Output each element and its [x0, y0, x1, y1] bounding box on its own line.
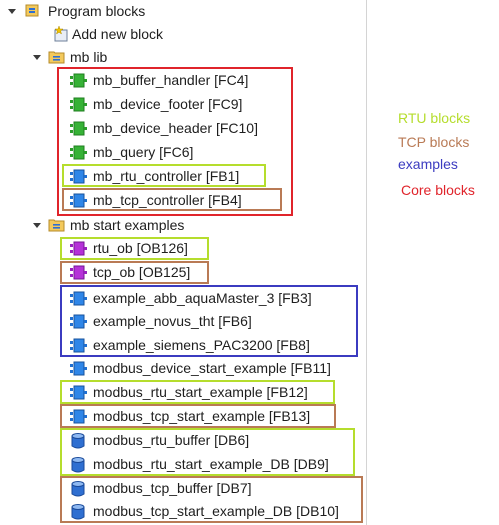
- tree-node-modbus-device-start-example[interactable]: modbus_device_start_example [FB11]: [0, 357, 366, 380]
- program-blocks-folder-icon: [25, 2, 43, 20]
- tree-node-label: Program blocks: [48, 3, 146, 19]
- tcp-highlight-box: [60, 476, 363, 523]
- examples-highlight-box: [60, 285, 358, 357]
- tree-node-label: mb lib: [70, 49, 108, 65]
- pane-divider: [366, 0, 367, 525]
- tree-node-label: modbus_device_start_example [FB11]: [93, 360, 331, 376]
- group-folder-icon: [48, 216, 66, 234]
- tcp-highlight-box: [60, 261, 209, 284]
- legend-tcp-blocks: TCP blocks: [398, 134, 470, 150]
- legend-examples: examples: [398, 156, 458, 172]
- legend-core-blocks: Core blocks: [401, 182, 475, 198]
- tree-node-mb-start-examples[interactable]: mb start examples: [0, 214, 366, 237]
- group-folder-icon: [48, 48, 66, 66]
- project-tree: Program blocks Add new block mb lib mb_b…: [0, 0, 366, 525]
- tree-node-label: Add new block: [72, 26, 164, 42]
- legend-rtu-blocks: RTU blocks: [398, 110, 471, 126]
- rtu-highlight-box: [60, 428, 355, 476]
- collapse-arrow-icon[interactable]: [7, 6, 17, 16]
- rtu-highlight-box: [60, 380, 335, 404]
- tcp-highlight-box: [62, 188, 282, 211]
- tcp-highlight-box: [60, 404, 336, 428]
- collapse-arrow-icon[interactable]: [32, 220, 42, 230]
- collapse-arrow-icon[interactable]: [32, 52, 42, 62]
- tree-node-label: mb start examples: [70, 217, 185, 233]
- tree-node-mb-lib[interactable]: mb lib: [0, 46, 366, 69]
- add-new-block-icon: [52, 25, 70, 43]
- tree-node-add-new-block[interactable]: Add new block: [0, 23, 366, 46]
- rtu-highlight-box: [62, 164, 266, 187]
- function-block-fb-icon: [69, 360, 87, 378]
- rtu-highlight-box: [60, 237, 209, 260]
- tree-node-program-blocks[interactable]: Program blocks: [0, 0, 366, 23]
